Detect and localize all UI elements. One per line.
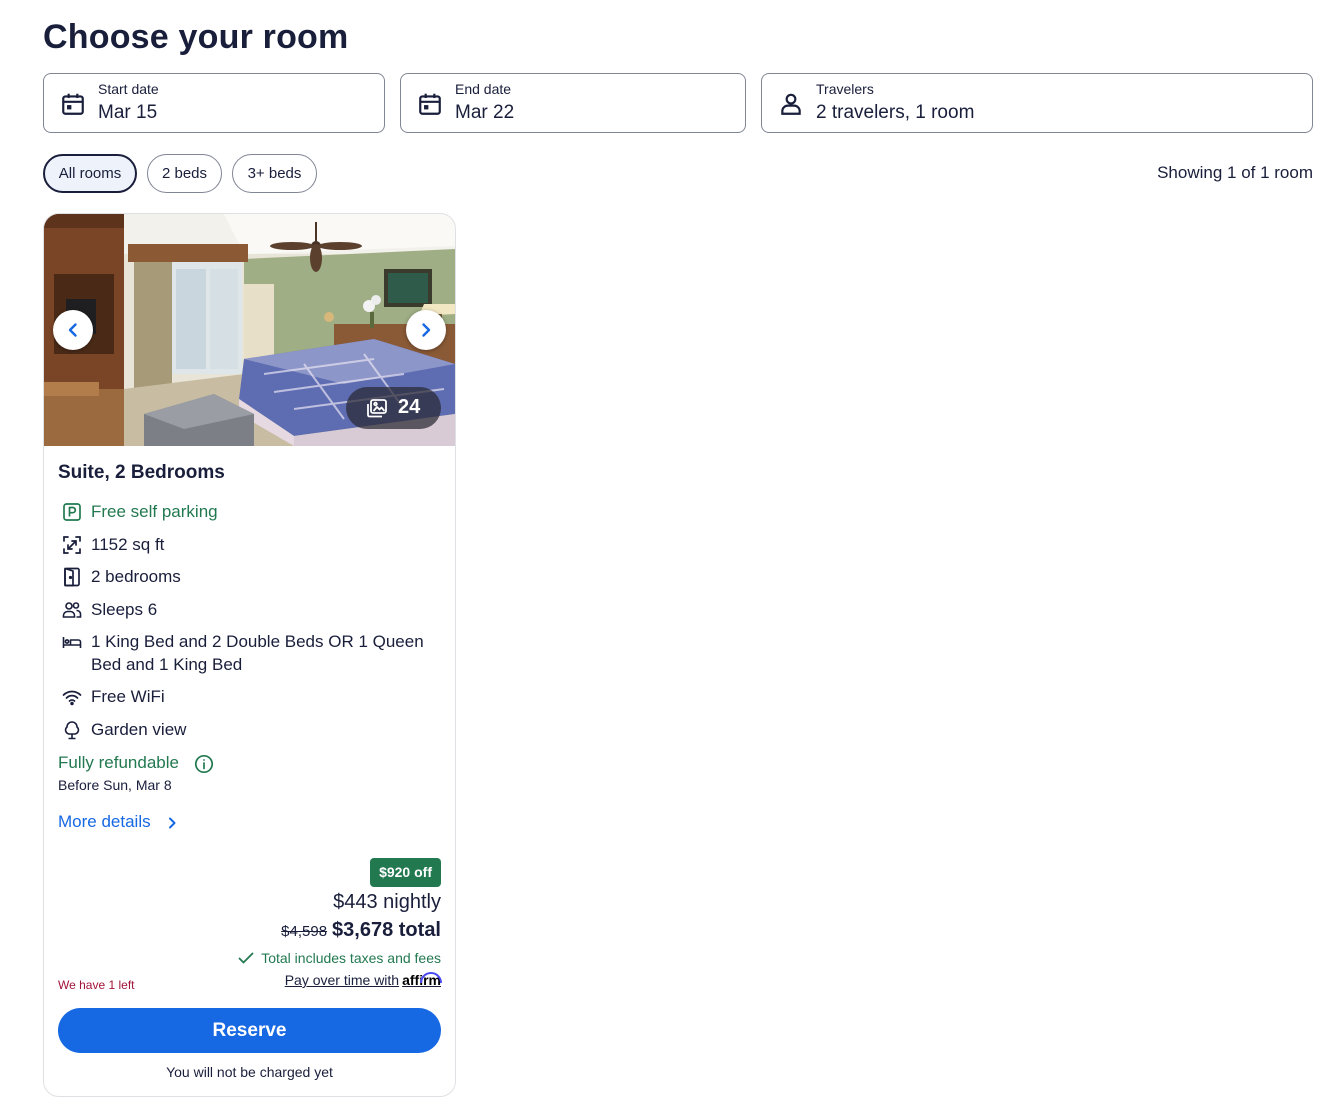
calendar-icon [62, 93, 84, 115]
person-icon [781, 93, 801, 115]
original-price: $4,598 [281, 923, 328, 940]
filter-chip-2-beds[interactable]: 2 beds [147, 154, 222, 193]
photo-gallery-button[interactable]: 24 [346, 387, 441, 429]
end-date-label: End date [455, 81, 512, 97]
chevron-right-icon [169, 817, 176, 829]
reserve-note: You will not be charged yet [166, 1064, 333, 1080]
affirm-text: Pay over time with [284, 972, 400, 988]
affirm-link[interactable]: Pay over time with affirm [284, 972, 442, 988]
reserve-button[interactable]: Reserve [58, 1008, 441, 1053]
start-date-label: Start date [98, 81, 159, 97]
page-title: Choose your room [43, 18, 349, 56]
end-date-value: Mar 22 [455, 102, 515, 123]
availability-note: We have 1 left [58, 978, 135, 992]
nightly-price: $443 nightly [333, 891, 441, 913]
refund-deadline: Before Sun, Mar 8 [58, 777, 172, 793]
travelers-value: 2 travelers, 1 room [816, 102, 975, 123]
end-date-field[interactable]: End date Mar 22 [400, 73, 746, 133]
room-photo[interactable]: 24 [44, 214, 455, 446]
start-date-field[interactable]: Start date Mar 15 [43, 73, 385, 133]
room-title: Suite, 2 Bedrooms [58, 462, 225, 483]
results-count: Showing 1 of 1 room [1157, 163, 1313, 182]
travelers-label: Travelers [816, 81, 874, 97]
taxes-note-text: Total includes taxes and fees [261, 950, 441, 966]
start-date-value: Mar 15 [98, 102, 158, 123]
refund-status: Fully refundable [58, 753, 179, 772]
chevron-left-icon [68, 323, 77, 337]
area-icon [63, 536, 81, 554]
amenity-text: 1 King Bed and 2 Double Beds OR 1 Queen … [91, 632, 424, 674]
travelers-field[interactable]: Travelers 2 travelers, 1 room [761, 73, 1313, 133]
previous-photo-button[interactable] [53, 310, 93, 350]
room-card: 24 Suite, 2 Bedrooms Free self parking 1… [43, 213, 456, 1097]
wifi-icon [62, 690, 82, 706]
amenity-text: Garden view [91, 720, 187, 739]
chevron-right-icon [422, 323, 431, 337]
checkmark-icon [238, 952, 254, 964]
people-icon [62, 602, 82, 618]
bed-icon [62, 637, 82, 648]
amenity-text: Sleeps 6 [91, 600, 158, 619]
photo-gallery-icon [367, 399, 387, 418]
filter-chip-3-plus-beds[interactable]: 3+ beds [232, 154, 317, 193]
discount-badge: $920 off [370, 858, 441, 887]
next-photo-button[interactable] [406, 310, 446, 350]
amenity-text: Free WiFi [91, 687, 165, 706]
more-details-label: More details [58, 812, 151, 831]
amenity-text: 2 bedrooms [91, 567, 181, 586]
total-price-row: $4,598 $3,678 total [281, 919, 441, 945]
taxes-note: Total includes taxes and fees [238, 950, 441, 966]
more-details-link[interactable]: More details [58, 812, 176, 832]
affirm-arc-icon [420, 972, 442, 984]
photo-count: 24 [398, 396, 421, 418]
filter-chip-all-rooms[interactable]: All rooms [43, 154, 137, 193]
parking-icon [63, 503, 81, 521]
door-icon [64, 567, 80, 587]
affirm-logo: affirm [402, 972, 442, 988]
tree-icon [64, 721, 80, 740]
calendar-icon [419, 93, 441, 115]
amenity-text: 1152 sq ft [91, 535, 165, 554]
info-icon[interactable] [194, 754, 214, 774]
total-price: $3,678 total [332, 919, 441, 941]
amenity-text: Free self parking [91, 502, 218, 521]
